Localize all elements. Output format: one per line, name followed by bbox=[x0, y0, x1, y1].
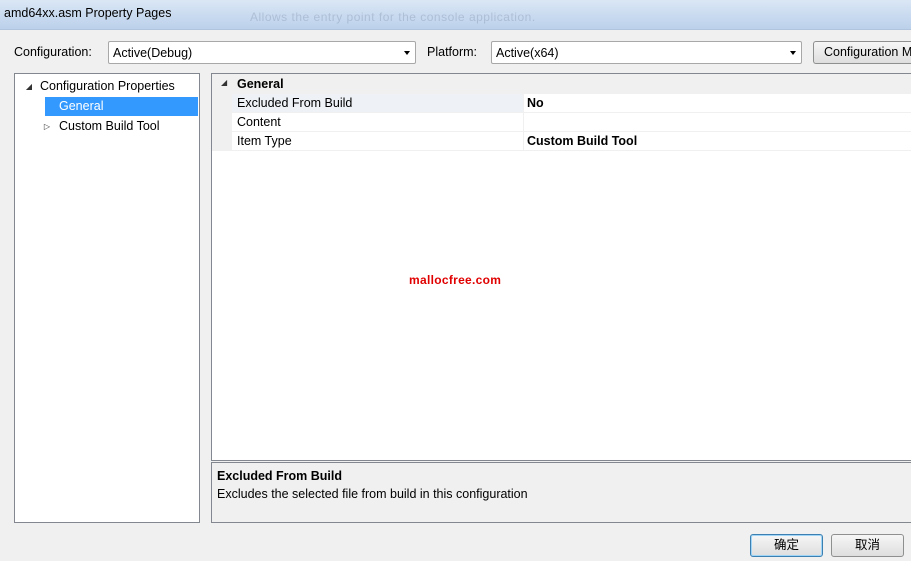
chevron-down-icon bbox=[784, 42, 801, 63]
ok-button[interactable]: 确定 bbox=[750, 534, 823, 557]
category-name: General bbox=[237, 77, 284, 91]
configuration-manager-button[interactable]: Configuration Manager... bbox=[813, 41, 911, 64]
chevron-down-icon bbox=[398, 42, 415, 63]
property-value[interactable] bbox=[524, 113, 911, 132]
description-title: Excluded From Build bbox=[217, 469, 343, 483]
property-value[interactable]: No bbox=[524, 94, 911, 113]
platform-dropdown[interactable]: Active(x64) bbox=[491, 41, 802, 64]
property-name[interactable]: Item Type bbox=[232, 132, 524, 151]
tree-item-label: Custom Build Tool bbox=[59, 119, 160, 133]
property-name[interactable]: Content bbox=[232, 113, 524, 132]
collapse-triangle-icon[interactable]: ◢ bbox=[221, 78, 227, 87]
tree-item-general[interactable]: General bbox=[45, 97, 198, 116]
property-row[interactable]: Item Type Custom Build Tool bbox=[212, 132, 911, 151]
background-window-text: Allows the entry point for the console a… bbox=[250, 10, 536, 24]
tree-item-label: General bbox=[59, 99, 104, 113]
cancel-button[interactable]: 取消 bbox=[831, 534, 904, 557]
configuration-dropdown[interactable]: Active(Debug) bbox=[108, 41, 416, 64]
category-header-general[interactable]: ◢ General bbox=[212, 74, 911, 94]
tree-item-configuration-properties[interactable]: ◢ Configuration Properties bbox=[15, 77, 199, 96]
watermark-text: mallocfree.com bbox=[409, 273, 502, 287]
category-tree[interactable]: ◢ Configuration Properties General ▷ Cus… bbox=[14, 73, 200, 523]
title-bar: Allows the entry point for the console a… bbox=[0, 0, 911, 30]
tree-item-label: Configuration Properties bbox=[40, 79, 175, 93]
platform-label: Platform: bbox=[427, 45, 478, 59]
configuration-label: Configuration: bbox=[14, 45, 92, 59]
collapse-triangle-icon[interactable]: ◢ bbox=[24, 77, 34, 96]
property-row[interactable]: Content bbox=[212, 113, 911, 132]
tree-item-custom-build-tool[interactable]: ▷ Custom Build Tool bbox=[15, 117, 199, 136]
description-panel: Excluded From Build Excludes the selecte… bbox=[211, 462, 911, 523]
platform-value: Active(x64) bbox=[496, 46, 559, 60]
property-row[interactable]: Excluded From Build No bbox=[212, 94, 911, 113]
property-value[interactable]: Custom Build Tool bbox=[524, 132, 911, 151]
description-text: Excludes the selected file from build in… bbox=[217, 487, 528, 501]
window-title: amd64xx.asm Property Pages bbox=[4, 6, 172, 20]
property-name[interactable]: Excluded From Build bbox=[232, 94, 524, 113]
configuration-value: Active(Debug) bbox=[113, 46, 193, 60]
property-grid[interactable]: ◢ General Excluded From Build No Content… bbox=[211, 73, 911, 461]
expand-triangle-icon[interactable]: ▷ bbox=[42, 117, 52, 136]
